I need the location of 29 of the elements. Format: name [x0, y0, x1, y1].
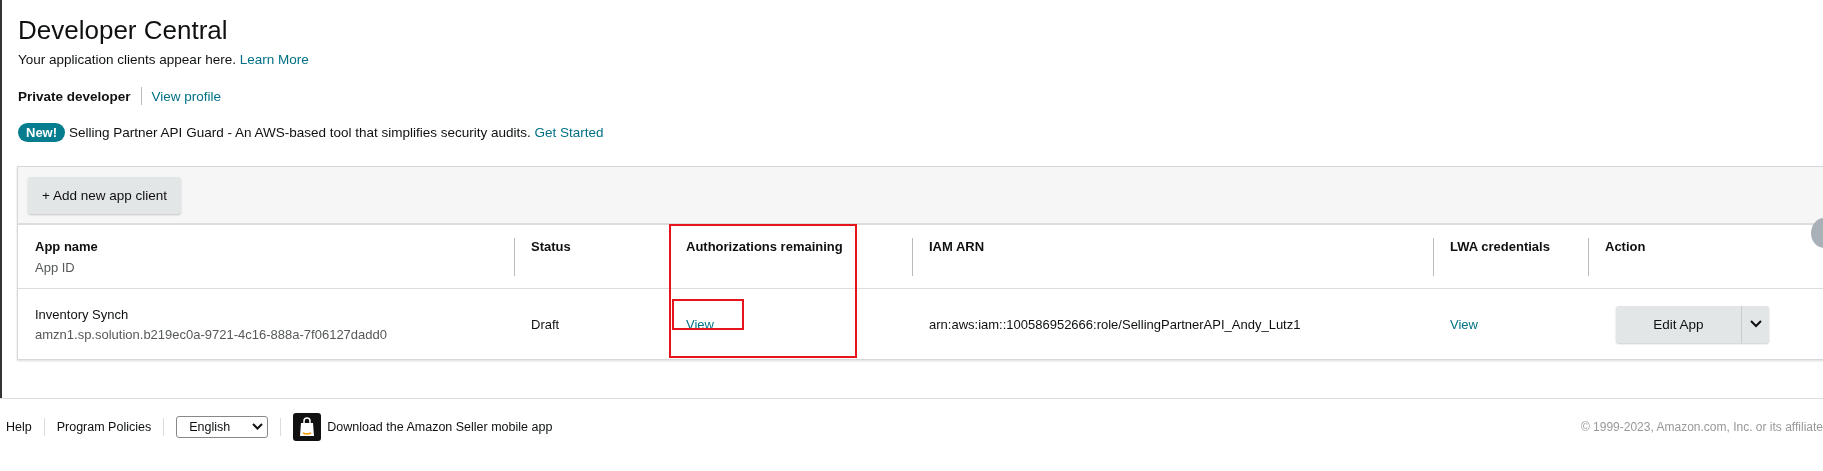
- shopping-bag-icon[interactable]: [293, 412, 322, 441]
- column-header: Status: [531, 239, 572, 254]
- column-header: IAM ARN: [929, 239, 986, 254]
- column-header: Action: [1605, 239, 1647, 254]
- app-download-link[interactable]: Download the Amazon Seller mobile app: [327, 419, 553, 434]
- account-type: Private developer: [18, 88, 131, 104]
- column-header: App name: [35, 239, 99, 254]
- announcement-text: Selling Partner API Guard - An AWS-based tool that simplifies security audits. Get Started: [69, 125, 604, 140]
- new-badge: New!: [18, 123, 66, 142]
- column-header: Authorizations remaining: [686, 239, 844, 254]
- table-cell-text: arn:aws:iam::100586952666:role/SellingPartnerAPI_Andy_Lutz1: [929, 316, 1302, 332]
- column-subheader: App ID: [35, 260, 76, 275]
- footer-link[interactable]: Help: [6, 419, 32, 434]
- add-app-client-button[interactable]: + Add new app client: [28, 176, 181, 214]
- app-name: Inventory Synch: [35, 306, 130, 322]
- chevron-down-icon: [1749, 320, 1762, 328]
- chevron-down-icon: [252, 423, 264, 430]
- footer-link[interactable]: Program Policies: [56, 419, 152, 434]
- app-id: amzn1.sp.solution.b219ec0a-9721-4c16-888a-7f06127dadd0: [35, 326, 388, 342]
- page-subtitle: Your application clients appear here. Learn More: [18, 52, 310, 67]
- get-started-link[interactable]: Get Started: [534, 125, 604, 140]
- page-title: Developer Central: [18, 14, 229, 46]
- learn-more-link[interactable]: Learn More: [239, 52, 309, 67]
- table-cell-text: Draft: [531, 316, 561, 332]
- view-profile-link[interactable]: View profile: [151, 88, 222, 104]
- copyright-text: © 1999-2023, Amazon.com, Inc. or its affiliate: [1580, 419, 1823, 434]
- column-header: LWA credentials: [1450, 239, 1551, 254]
- language-select[interactable]: English: [176, 415, 269, 438]
- view-link[interactable]: View: [1450, 316, 1478, 332]
